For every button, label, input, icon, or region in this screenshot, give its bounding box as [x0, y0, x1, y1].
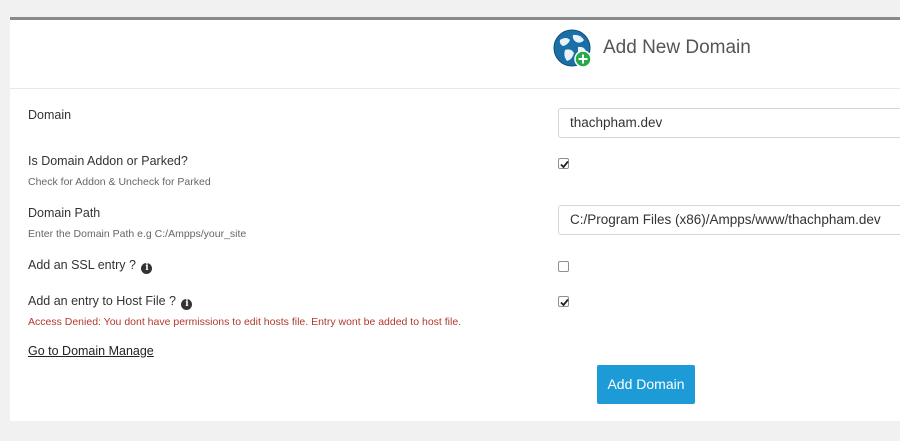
host-file-error-message: Access Denied: You dont have permissions…	[28, 316, 462, 328]
domain-label: Domain	[28, 108, 72, 122]
go-to-domain-manage-link[interactable]: Go to Domain Manage	[28, 344, 154, 358]
host-file-checkbox[interactable]	[558, 296, 569, 307]
domain-input[interactable]: thachpham.dev	[558, 108, 900, 138]
add-domain-panel: Add New Domain Domain thachpham.dev Is D…	[10, 17, 900, 421]
addon-parked-checkbox[interactable]	[558, 158, 569, 169]
checkmark-icon	[560, 298, 569, 307]
domain-path-hint: Enter the Domain Path e.g C:/Ampps/your_…	[28, 228, 247, 240]
add-domain-button[interactable]: Add Domain	[597, 365, 695, 404]
ssl-entry-checkbox[interactable]	[558, 261, 569, 272]
ssl-entry-label: Add an SSL entry ? i	[28, 258, 153, 274]
page-title: Add New Domain	[603, 37, 751, 58]
domain-path-label: Domain Path	[28, 206, 101, 220]
ssl-entry-label-text: Add an SSL entry ?	[28, 258, 136, 272]
domain-path-input[interactable]: C:/Program Files (x86)/Ampps/www/thachph…	[558, 205, 900, 235]
addon-parked-hint: Check for Addon & Uncheck for Parked	[28, 176, 211, 188]
host-file-label-text: Add an entry to Host File ?	[28, 294, 176, 308]
info-icon[interactable]: i	[181, 299, 193, 310]
host-file-label: Add an entry to Host File ? i	[28, 294, 193, 310]
panel-header: Add New Domain	[10, 20, 900, 89]
addon-parked-label: Is Domain Addon or Parked?	[28, 154, 188, 168]
checkmark-icon	[560, 160, 569, 169]
globe-add-icon	[553, 29, 592, 68]
info-icon[interactable]: i	[141, 263, 153, 274]
